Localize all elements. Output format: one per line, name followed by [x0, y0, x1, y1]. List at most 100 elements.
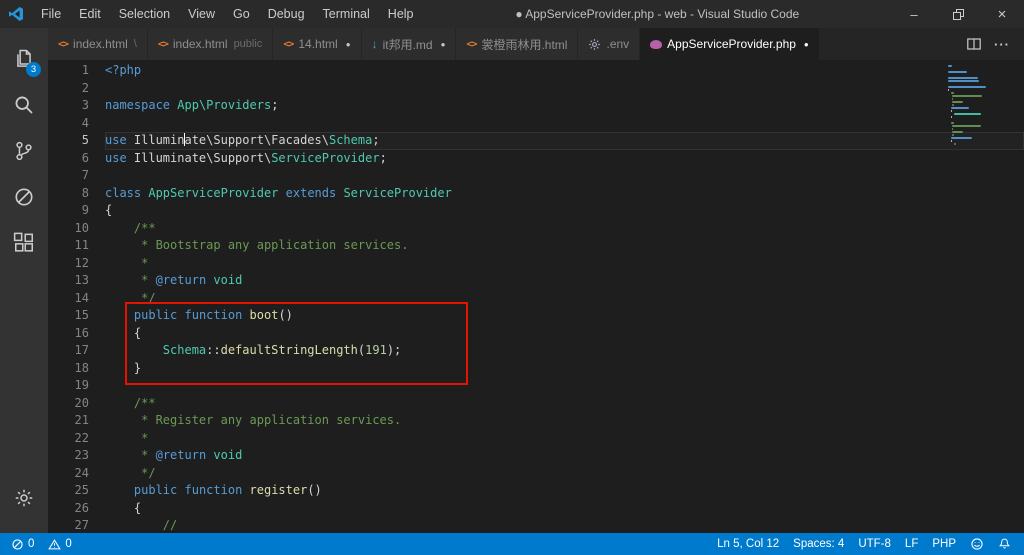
code-line[interactable]: {	[105, 500, 1024, 518]
line-number[interactable]: 18	[48, 360, 105, 378]
code-line[interactable]: {	[105, 202, 1024, 220]
menu-file[interactable]: File	[32, 0, 70, 28]
debug-icon	[13, 186, 35, 208]
activity-search[interactable]	[0, 82, 48, 128]
code-line[interactable]: public function boot()	[105, 307, 1024, 325]
code-line[interactable]: public function register()	[105, 482, 1024, 500]
tab-index.html[interactable]: <> index.html public	[147, 28, 274, 60]
status-cursor-position[interactable]: Ln 5, Col 12	[710, 533, 786, 555]
line-number[interactable]: 5	[48, 132, 105, 150]
restore-button[interactable]	[936, 0, 980, 28]
status-eol[interactable]: LF	[898, 533, 925, 555]
code-line[interactable]: use Illuminate\Support\Facades\Schema;	[105, 132, 1024, 150]
line-number[interactable]: 10	[48, 220, 105, 238]
line-number[interactable]: 9	[48, 202, 105, 220]
status-language-mode[interactable]: PHP	[925, 533, 963, 555]
status-encoding[interactable]: UTF-8	[851, 533, 898, 555]
code-line[interactable]: Schema::defaultStringLength(191);	[105, 342, 1024, 360]
minimap-line	[948, 134, 1010, 136]
code-line[interactable]: */	[105, 290, 1024, 308]
line-number[interactable]: 15	[48, 307, 105, 325]
line-number[interactable]: 8	[48, 185, 105, 203]
tab-14.html[interactable]: <> 14.html ●	[273, 28, 362, 60]
code-line[interactable]: /**	[105, 220, 1024, 238]
code-line[interactable]: * @return void	[105, 272, 1024, 290]
menu-view[interactable]: View	[179, 0, 224, 28]
code-line[interactable]: * Bootstrap any application services.	[105, 237, 1024, 255]
line-number[interactable]: 17	[48, 342, 105, 360]
line-number[interactable]: 20	[48, 395, 105, 413]
line-number[interactable]: 25	[48, 482, 105, 500]
code-line[interactable]: * Register any application services.	[105, 412, 1024, 430]
line-number[interactable]: 19	[48, 377, 105, 395]
code-area[interactable]: <?php namespace App\Providers; use Illumin…	[105, 60, 1024, 533]
line-number[interactable]: 2	[48, 80, 105, 98]
menu-selection[interactable]: Selection	[110, 0, 179, 28]
line-number[interactable]: 13	[48, 272, 105, 290]
code-line[interactable]: <?php	[105, 62, 1024, 80]
minimap-line	[948, 128, 1010, 130]
code-line[interactable]: //	[105, 517, 1024, 533]
activity-debug[interactable]	[0, 174, 48, 220]
line-number[interactable]: 7	[48, 167, 105, 185]
line-number[interactable]: 23	[48, 447, 105, 465]
line-number[interactable]: 1	[48, 62, 105, 80]
line-number[interactable]: 27	[48, 517, 105, 533]
menu-go[interactable]: Go	[224, 0, 259, 28]
code-line[interactable]: /**	[105, 395, 1024, 413]
line-number[interactable]: 21	[48, 412, 105, 430]
code-line[interactable]: {	[105, 325, 1024, 343]
code-line[interactable]	[105, 115, 1024, 133]
code-line[interactable]: * @return void	[105, 447, 1024, 465]
line-number[interactable]: 6	[48, 150, 105, 168]
menu-terminal[interactable]: Terminal	[314, 0, 379, 28]
gutter[interactable]: 1 2 3 4 5 6 7 8 9 10 11 12 13 14 15 16 17 18 19 20 21 22 23 24 2…	[48, 60, 105, 533]
line-number[interactable]: 4	[48, 115, 105, 133]
code-line[interactable]: *	[105, 255, 1024, 273]
split-editor-button[interactable]	[962, 28, 986, 60]
more-actions-button[interactable]: ···	[990, 28, 1014, 60]
tab-裳橙雨林用.html[interactable]: <> 裳橙雨林用.html	[456, 28, 579, 60]
tab-it邦用.md[interactable]: ↓ it邦用.md ●	[361, 28, 457, 60]
menu-help[interactable]: Help	[379, 0, 423, 28]
minimize-button[interactable]: –	[892, 0, 936, 28]
code-line[interactable]	[105, 377, 1024, 395]
line-number[interactable]: 14	[48, 290, 105, 308]
line-number[interactable]: 12	[48, 255, 105, 273]
activity-extensions[interactable]	[0, 220, 48, 266]
code-line[interactable]	[105, 167, 1024, 185]
minimap[interactable]	[948, 65, 1010, 146]
line-number[interactable]: 11	[48, 237, 105, 255]
activity-source-control[interactable]	[0, 128, 48, 174]
line-number[interactable]: 16	[48, 325, 105, 343]
status-indentation[interactable]: Spaces: 4	[786, 533, 851, 555]
status-warnings[interactable]: 0	[41, 533, 78, 555]
activity-settings[interactable]	[0, 475, 48, 521]
menu-edit[interactable]: Edit	[70, 0, 110, 28]
menu-debug[interactable]: Debug	[259, 0, 314, 28]
code-line[interactable]: use Illuminate\Support\ServiceProvider;	[105, 150, 1024, 168]
tab-detail: \	[133, 38, 137, 50]
minimap-line	[948, 122, 1010, 124]
minimap-line	[948, 71, 1010, 73]
code-line[interactable]: *	[105, 430, 1024, 448]
editor[interactable]: 1 2 3 4 5 6 7 8 9 10 11 12 13 14 15 16 17 18 19 20 21 22 23 24 2…	[48, 60, 1024, 533]
code-line[interactable]	[105, 80, 1024, 98]
code-line[interactable]: namespace App\Providers;	[105, 97, 1024, 115]
tab-index.html[interactable]: <> index.html \	[48, 28, 148, 60]
line-number[interactable]: 3	[48, 97, 105, 115]
code-line[interactable]: class AppServiceProvider extends Service…	[105, 185, 1024, 203]
line-number[interactable]: 22	[48, 430, 105, 448]
line-number[interactable]: 24	[48, 465, 105, 483]
close-button[interactable]: ×	[980, 0, 1024, 28]
tab-AppServiceProvider.php[interactable]: AppServiceProvider.php ●	[640, 28, 820, 60]
line-number[interactable]: 26	[48, 500, 105, 518]
tab-.env[interactable]: .env	[578, 28, 641, 60]
tab-label: it邦用.md	[382, 37, 433, 52]
code-line[interactable]: */	[105, 465, 1024, 483]
status-notifications[interactable]	[991, 533, 1018, 555]
status-feedback[interactable]	[963, 533, 991, 555]
status-errors[interactable]: 0	[4, 533, 41, 555]
activity-explorer[interactable]: 3	[0, 36, 48, 82]
code-line[interactable]: }	[105, 360, 1024, 378]
